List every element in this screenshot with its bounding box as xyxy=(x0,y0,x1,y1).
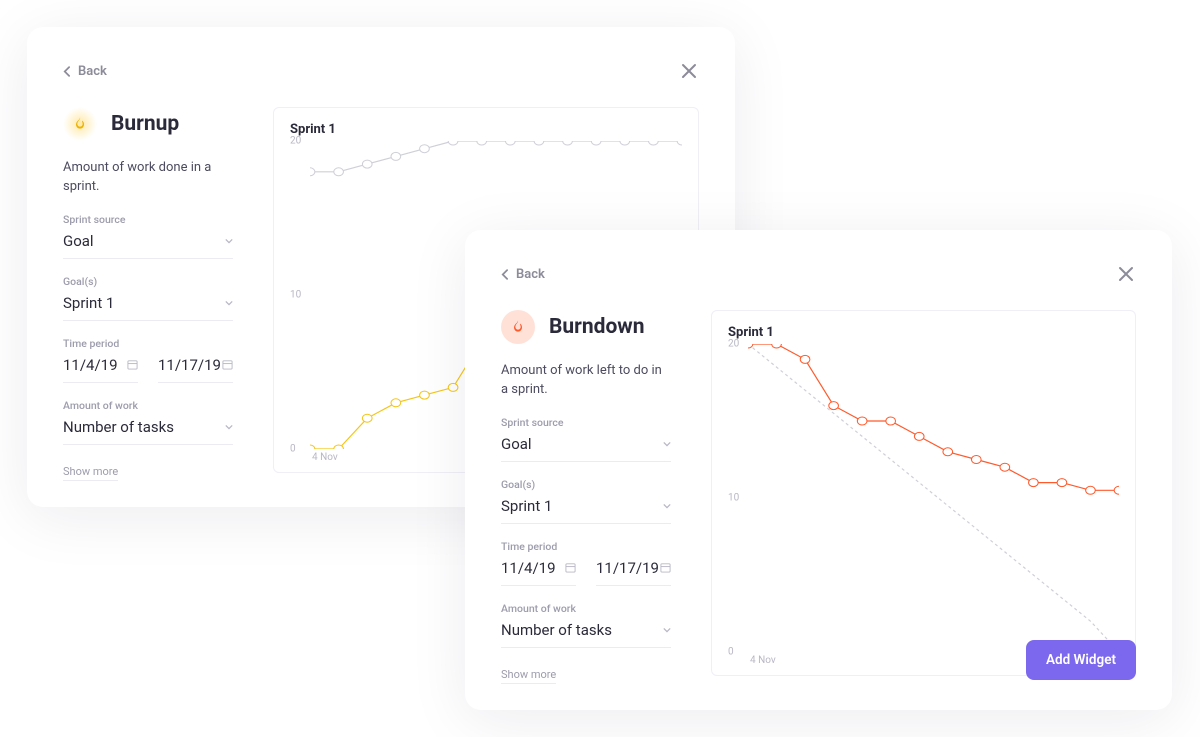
widget-title: Burndown xyxy=(549,315,645,339)
amount-of-work-select[interactable]: Number of tasks xyxy=(501,615,671,648)
goals-label: Goal(s) xyxy=(501,478,671,491)
close-button[interactable] xyxy=(679,61,699,81)
sprint-source-select[interactable]: Goal xyxy=(63,226,233,259)
sprint-source-value: Goal xyxy=(501,435,532,453)
close-button[interactable] xyxy=(1116,264,1136,284)
amount-of-work-value: Number of tasks xyxy=(63,418,174,436)
amount-of-work-select[interactable]: Number of tasks xyxy=(63,412,233,445)
date-start-value: 11/4/19 xyxy=(501,559,556,577)
goals-select[interactable]: Sprint 1 xyxy=(63,288,233,321)
burndown-chart: 201004 Nov17 Nov xyxy=(728,344,1119,652)
chart-panel: Sprint 1 201004 Nov17 Nov xyxy=(711,310,1136,676)
calendar-icon xyxy=(660,562,671,573)
date-end-value: 11/17/19 xyxy=(158,356,221,374)
chevron-down-icon xyxy=(663,626,671,634)
close-icon xyxy=(1118,266,1134,282)
calendar-icon xyxy=(222,359,233,370)
amount-of-work-label: Amount of work xyxy=(501,602,671,615)
time-period-label: Time period xyxy=(501,540,671,553)
sprint-source-select[interactable]: Goal xyxy=(501,429,671,462)
date-start-input[interactable]: 11/4/19 xyxy=(63,350,138,383)
calendar-icon xyxy=(127,359,138,370)
goals-value: Sprint 1 xyxy=(501,497,552,515)
widget-description: Amount of work left to do in a sprint. xyxy=(501,362,671,400)
chart-title: Sprint 1 xyxy=(290,122,682,137)
card-header: Back xyxy=(63,61,699,81)
chevron-down-icon xyxy=(225,423,233,431)
goals-field: Goal(s) Sprint 1 xyxy=(63,275,233,321)
time-period-field: Time period 11/4/19 11/17/19 xyxy=(501,540,671,586)
date-start-input[interactable]: 11/4/19 xyxy=(501,553,576,586)
show-more-link[interactable]: Show more xyxy=(63,465,118,481)
flame-icon xyxy=(501,310,535,344)
sprint-source-label: Sprint source xyxy=(501,416,671,429)
chevron-down-icon xyxy=(663,502,671,510)
sprint-source-label: Sprint source xyxy=(63,213,233,226)
amount-of-work-field: Amount of work Number of tasks xyxy=(63,399,233,445)
amount-of-work-label: Amount of work xyxy=(63,399,233,412)
date-end-input[interactable]: 11/17/19 xyxy=(596,553,671,586)
card-header: Back xyxy=(501,264,1136,284)
date-start-value: 11/4/19 xyxy=(63,356,118,374)
chevron-down-icon xyxy=(225,237,233,245)
chevron-left-icon xyxy=(501,269,508,280)
chevron-left-icon xyxy=(63,66,70,77)
title-row: Burndown xyxy=(501,310,671,344)
time-period-label: Time period xyxy=(63,337,233,350)
back-button[interactable]: Back xyxy=(63,64,107,79)
form-column: Burndown Amount of work left to do in a … xyxy=(501,310,671,676)
widget-description: Amount of work done in a sprint. xyxy=(63,159,233,197)
goals-select[interactable]: Sprint 1 xyxy=(501,491,671,524)
burndown-card: Back Burndown Amount of work left to do … xyxy=(465,230,1172,710)
chevron-down-icon xyxy=(225,299,233,307)
show-more-link[interactable]: Show more xyxy=(501,668,556,684)
widget-title: Burnup xyxy=(111,112,179,136)
date-end-value: 11/17/19 xyxy=(596,559,659,577)
sprint-source-field: Sprint source Goal xyxy=(501,416,671,462)
chevron-down-icon xyxy=(663,440,671,448)
time-period-field: Time period 11/4/19 11/17/19 xyxy=(63,337,233,383)
goals-value: Sprint 1 xyxy=(63,294,114,312)
title-row: Burnup xyxy=(63,107,233,141)
back-button[interactable]: Back xyxy=(501,267,545,282)
goals-field: Goal(s) Sprint 1 xyxy=(501,478,671,524)
back-label: Back xyxy=(516,267,545,282)
calendar-icon xyxy=(565,562,576,573)
amount-of-work-value: Number of tasks xyxy=(501,621,612,639)
amount-of-work-field: Amount of work Number of tasks xyxy=(501,602,671,648)
goals-label: Goal(s) xyxy=(63,275,233,288)
flame-icon xyxy=(63,107,97,141)
sprint-source-field: Sprint source Goal xyxy=(63,213,233,259)
close-icon xyxy=(681,63,697,79)
date-end-input[interactable]: 11/17/19 xyxy=(158,350,233,383)
card-body: Burndown Amount of work left to do in a … xyxy=(501,310,1136,676)
form-column: Burnup Amount of work done in a sprint. … xyxy=(63,107,233,473)
add-widget-button[interactable]: Add Widget xyxy=(1026,640,1136,680)
sprint-source-value: Goal xyxy=(63,232,94,250)
back-label: Back xyxy=(78,64,107,79)
chart-title: Sprint 1 xyxy=(728,325,1119,340)
